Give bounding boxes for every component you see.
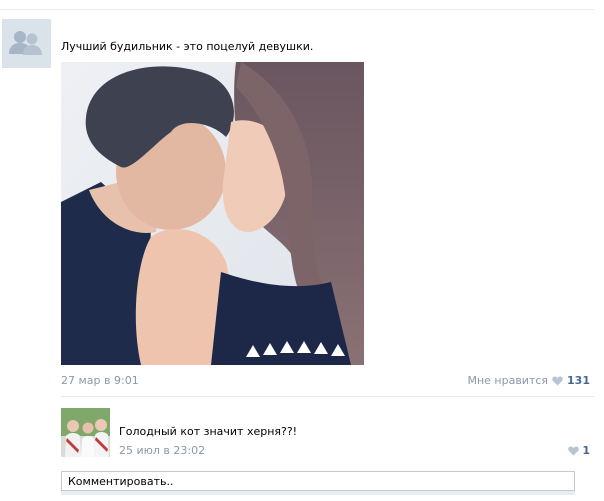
comments-divider — [61, 396, 594, 397]
comment-date[interactable]: 25 июл в 23:02 — [119, 444, 205, 457]
top-divider — [0, 9, 594, 10]
heart-icon — [568, 446, 580, 455]
post-text: Лучший будильник - это поцелуй девушки. — [61, 40, 314, 53]
comment-input[interactable] — [61, 471, 575, 491]
post-photo[interactable] — [61, 62, 364, 365]
heart-icon — [552, 376, 563, 385]
input-shadow — [61, 491, 575, 495]
comment-like-button[interactable]: 1 — [568, 444, 590, 457]
like-count: 131 — [567, 374, 590, 387]
comment-like-count: 1 — [582, 444, 590, 457]
comment-text: Голодный кот значит херня??! — [119, 425, 298, 438]
comment-author-avatar[interactable] — [61, 408, 110, 457]
post-author-avatar[interactable] — [2, 19, 51, 68]
like-label: Мне нравится — [467, 374, 549, 387]
post-date[interactable]: 27 мар в 9:01 — [61, 374, 139, 387]
users-icon — [9, 31, 42, 55]
post-like-button[interactable]: Мне нравится 131 — [467, 374, 590, 387]
